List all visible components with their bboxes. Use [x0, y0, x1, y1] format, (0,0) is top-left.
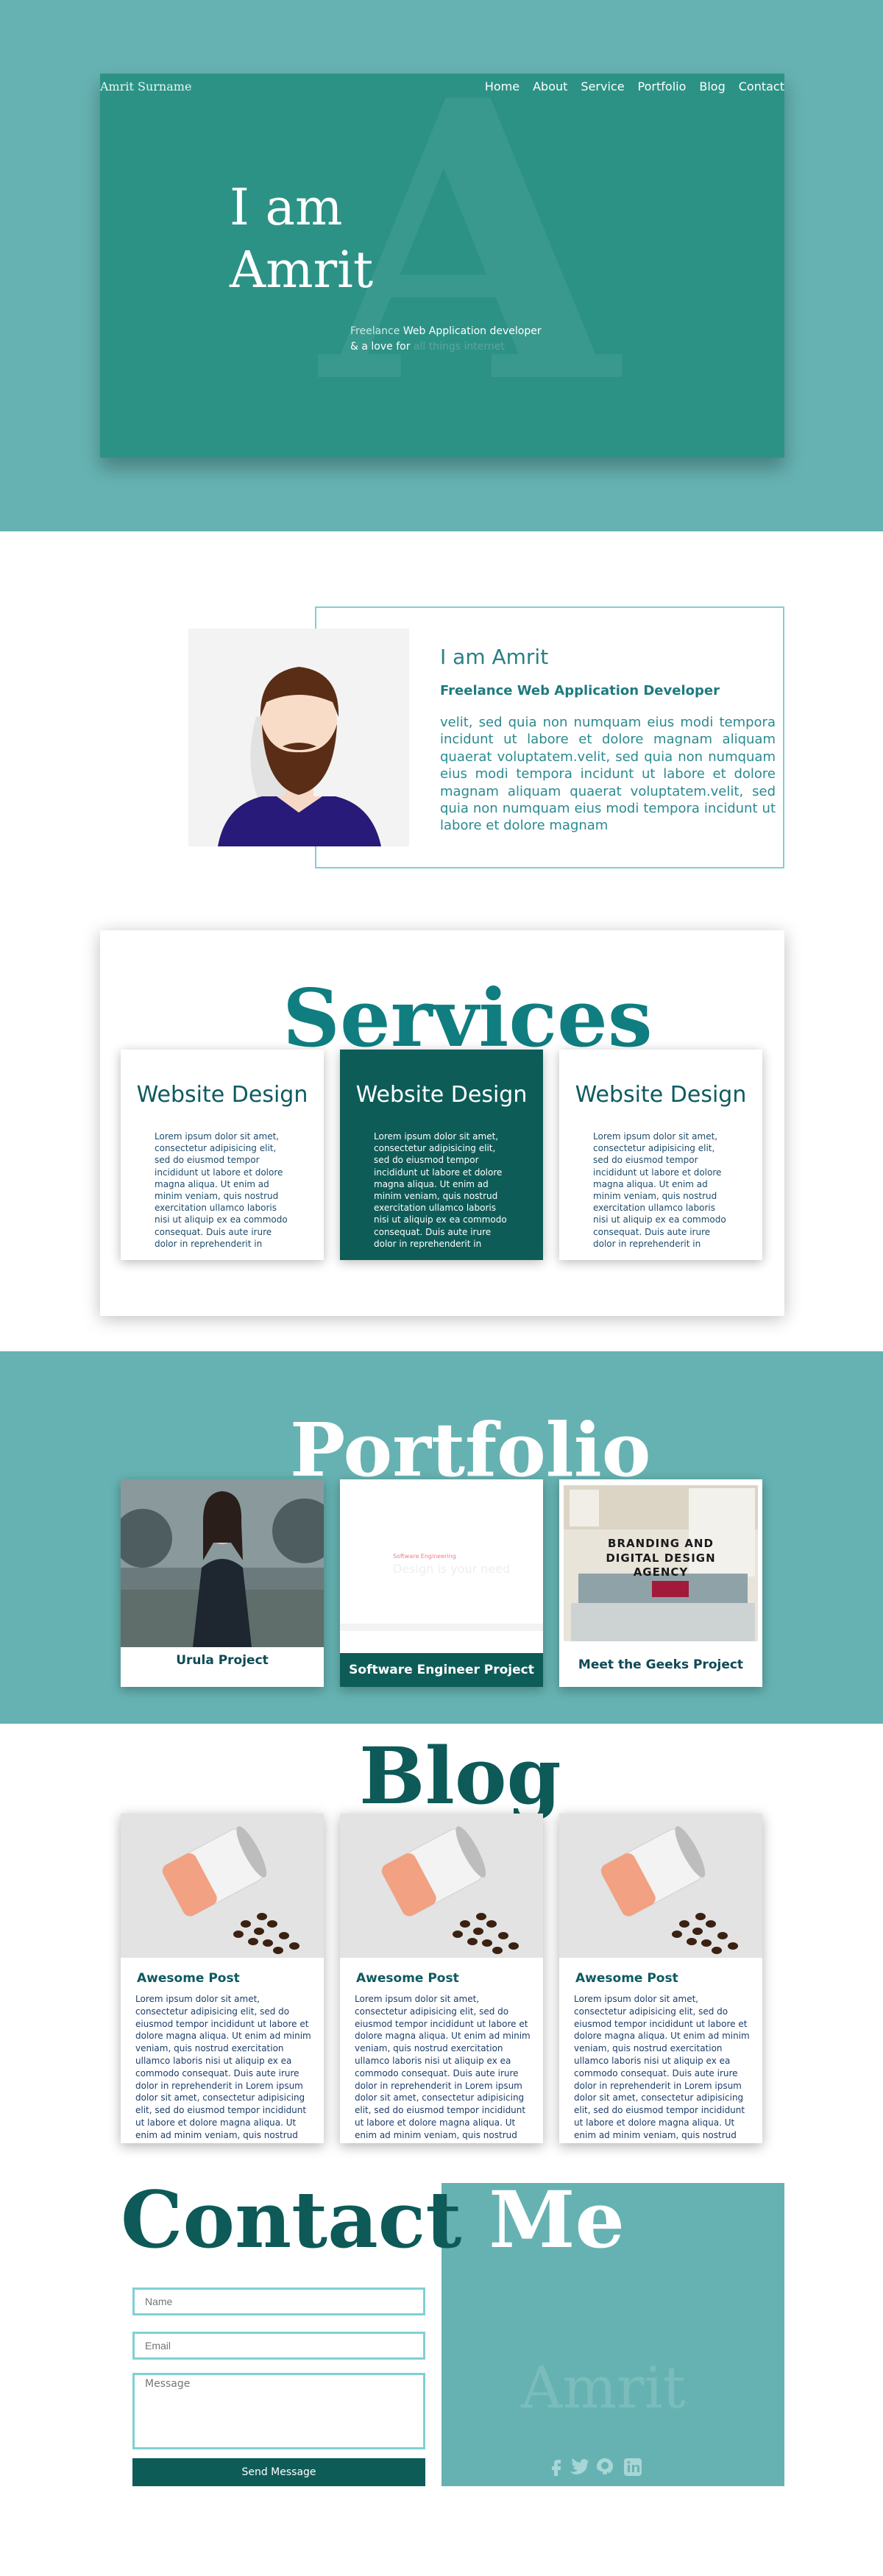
message-field[interactable] [132, 2373, 425, 2449]
contact-heading-part1: Contact [121, 2173, 489, 2265]
linkedin-icon[interactable] [623, 2457, 643, 2477]
nav-item-service[interactable]: Service [581, 79, 624, 93]
portfolio-thumbnail: BRANDING AND DIGITAL DESIGN AGENCY [564, 1485, 758, 1641]
contact-heading-part2: Me [489, 2173, 625, 2265]
portfolio-card[interactable]: Urula Project [121, 1479, 324, 1687]
contact-heading: Contact Me [121, 2179, 625, 2260]
service-card-text: Lorem ipsum dolor sit amet, consectetur … [593, 1131, 726, 1249]
portfolio-thumbnail: Software Engineering Design is your need [340, 1479, 543, 1631]
about-name: I am Amrit [440, 645, 549, 669]
blog-image [340, 1814, 543, 1958]
contact-watermark: Amrit [521, 2355, 686, 2421]
service-card-title: Website Design [355, 1082, 528, 1108]
send-message-button[interactable]: Send Message [132, 2458, 425, 2486]
email-field[interactable] [132, 2332, 425, 2360]
service-card[interactable]: Website Design Lorem ipsum dolor sit ame… [121, 1050, 324, 1260]
blog-card[interactable]: Awesome Post Lorem ipsum dolor sit amet,… [121, 1814, 324, 2143]
about-text: velit, sed quia non numquam eius modi te… [440, 715, 776, 834]
nav-item-blog[interactable]: Blog [699, 79, 725, 93]
blog-image [121, 1814, 324, 1958]
portfolio-thumbnail [121, 1479, 324, 1647]
service-card-text: Lorem ipsum dolor sit amet, consectetur … [374, 1131, 507, 1249]
services-heading: Services [283, 972, 653, 1065]
top-nav-bar: Amrit Surname Home About Service Portfol… [100, 74, 784, 103]
thumbnail-big-label: Design is your need [393, 1562, 511, 1576]
brand-logo-text[interactable]: Amrit Surname [100, 79, 191, 93]
hero-subtitle-1a: Freelance [350, 325, 400, 337]
nav-item-portfolio[interactable]: Portfolio [638, 79, 687, 93]
blog-post-text: Lorem ipsum dolor sit amet, consectetur … [574, 1994, 750, 2143]
name-field[interactable] [132, 2287, 425, 2315]
nav-item-about[interactable]: About [533, 79, 567, 93]
portfolio-caption: Meet the Geeks Project [578, 1657, 744, 1672]
hero-subtitle-1b: Web Application developer [400, 325, 542, 337]
blog-post-text: Lorem ipsum dolor sit amet, consectetur … [135, 1994, 311, 2143]
thumbnail-small-label: Software Engineering [393, 1553, 456, 1560]
hero-heading-line1: I am [230, 179, 343, 237]
main-nav: Home About Service Portfolio Blog Contac… [485, 79, 784, 93]
hero-heading: I am Amrit [230, 177, 373, 302]
portfolio-card[interactable]: BRANDING AND DIGITAL DESIGN AGENCY Meet … [559, 1479, 762, 1687]
service-card-active[interactable]: Website Design Lorem ipsum dolor sit ame… [340, 1050, 543, 1260]
portfolio-caption: Software Engineer Project [340, 1653, 543, 1687]
portfolio-caption: Urula Project [176, 1653, 269, 1668]
hero-heading-line2: Amrit [230, 241, 374, 300]
hero-subtitle-2a: & a love for [350, 341, 414, 353]
hero-card: A [100, 74, 784, 458]
thumbnail-heading: BRANDING AND DIGITAL DESIGN AGENCY [606, 1537, 716, 1579]
twitter-icon[interactable] [568, 2457, 589, 2477]
blog-image [559, 1814, 762, 1958]
blog-card[interactable]: Awesome Post Lorem ipsum dolor sit amet,… [340, 1814, 543, 2143]
facebook-icon[interactable] [546, 2457, 567, 2477]
service-card-text: Lorem ipsum dolor sit amet, consectetur … [155, 1131, 288, 1249]
nav-item-contact[interactable]: Contact [739, 79, 784, 93]
blog-card[interactable]: Awesome Post Lorem ipsum dolor sit amet,… [559, 1814, 762, 2143]
about-role: Freelance Web Application Developer [440, 683, 720, 698]
hero-subtitle: Freelance Web Application developer & a … [350, 324, 542, 355]
service-card-title: Website Design [136, 1082, 308, 1108]
blog-post-title: Awesome Post [575, 1971, 678, 1986]
blog-post-title: Awesome Post [137, 1971, 240, 1986]
portfolio-heading: Portfolio [290, 1406, 651, 1493]
github-icon[interactable] [595, 2457, 615, 2477]
blog-heading: Blog [359, 1730, 561, 1822]
service-card-title: Website Design [575, 1082, 747, 1108]
nav-item-home[interactable]: Home [485, 79, 519, 93]
blog-post-title: Awesome Post [356, 1971, 459, 1986]
portfolio-card[interactable]: Software Engineering Design is your need… [340, 1479, 543, 1687]
blog-post-text: Lorem ipsum dolor sit amet, consectetur … [355, 1994, 531, 2143]
service-card[interactable]: Website Design Lorem ipsum dolor sit ame… [559, 1050, 762, 1260]
hero-subtitle-2b: all things internet [413, 341, 505, 353]
avatar [188, 629, 409, 846]
